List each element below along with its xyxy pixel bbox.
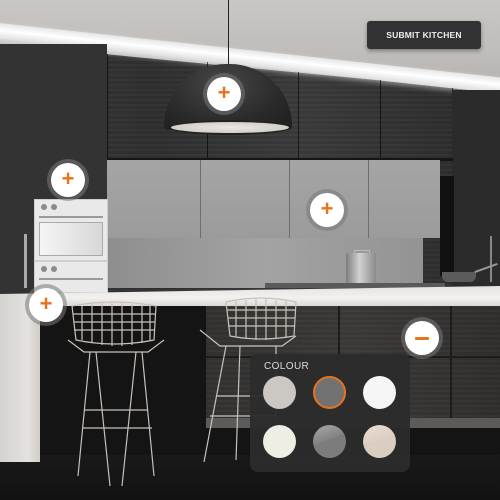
oven-handle — [39, 216, 103, 218]
cooking-pot — [346, 253, 376, 283]
add-hotspot-pendant-lamp[interactable]: + — [207, 77, 241, 111]
tall-unit-handle — [490, 236, 492, 282]
swatch-white[interactable] — [363, 376, 396, 409]
cabinet-seam — [107, 54, 108, 164]
lamp-rim — [169, 120, 291, 135]
hob — [265, 283, 445, 288]
bar-stool-left — [67, 301, 165, 487]
oven-knob — [51, 204, 57, 210]
plus-icon: + — [320, 196, 334, 221]
tall-unit-handle — [24, 234, 27, 288]
cabinet-door-seam — [289, 160, 290, 238]
countertop-waterfall-edge — [0, 294, 40, 462]
oven-knob — [41, 266, 47, 272]
add-hotspot-worktop[interactable]: + — [29, 288, 63, 322]
remove-hotspot-island-cabinets[interactable] — [405, 321, 439, 355]
add-hotspot-wall-cabinets[interactable]: + — [310, 193, 344, 227]
oven-upper — [34, 199, 108, 261]
minus-icon — [415, 336, 429, 340]
island-door-seam — [450, 300, 452, 420]
tall-right-unit — [452, 90, 500, 290]
plus-icon: + — [217, 80, 231, 105]
oven-handle — [39, 278, 103, 280]
cabinet-door-seam — [368, 160, 369, 238]
swatch-gloss-cashmere[interactable] — [363, 425, 396, 458]
cabinet-seam — [298, 72, 299, 162]
swatch-light-grey[interactable] — [263, 376, 296, 409]
colour-panel: COLOUR — [250, 354, 410, 472]
oven-knob — [41, 204, 47, 210]
frying-pan — [442, 272, 476, 282]
oven-window — [39, 222, 103, 256]
plus-icon: + — [39, 291, 53, 316]
grey-wall-cabinets — [107, 160, 440, 238]
swatch-mid-grey[interactable] — [313, 376, 346, 409]
cabinet-door-seam — [200, 160, 201, 238]
swatch-cream[interactable] — [263, 425, 296, 458]
lamp-cord — [228, 0, 229, 66]
plus-icon: + — [61, 166, 75, 191]
submit-kitchen-button[interactable]: SUBMIT KITCHEN — [367, 21, 481, 49]
add-hotspot-tall-units[interactable]: + — [51, 163, 85, 197]
colour-panel-title: COLOUR — [264, 361, 310, 372]
swatch-gloss-grey[interactable] — [313, 425, 346, 458]
oven-knob — [51, 266, 57, 272]
kitchen-configurator-scene: + + + + SUBMIT KITCHEN COLOUR — [0, 0, 500, 500]
cabinet-recess — [440, 176, 454, 276]
